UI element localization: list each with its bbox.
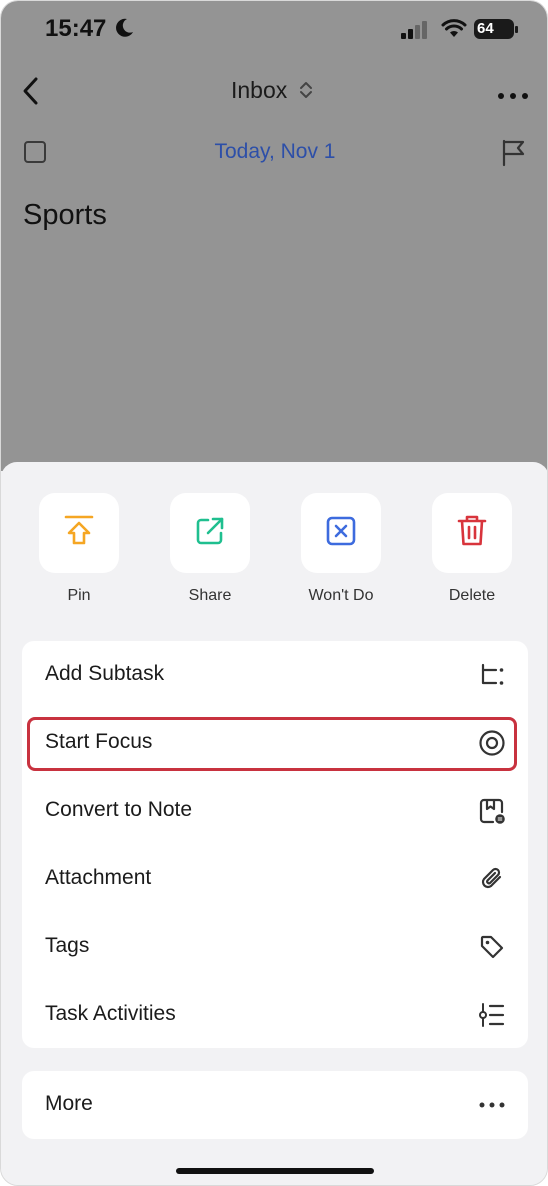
home-indicator[interactable] [176, 1168, 374, 1174]
tag-icon [476, 931, 508, 963]
status-time: 15:47 [45, 15, 107, 42]
task-date[interactable]: Today, Nov 1 [1, 140, 547, 164]
menu-item-label: Task Activities [45, 1002, 176, 1025]
activities-icon [476, 999, 508, 1031]
delete-button[interactable] [432, 493, 512, 573]
more-options-icon[interactable] [497, 87, 529, 105]
menu-item-start-focus[interactable]: Start Focus [22, 709, 528, 777]
wont-do-label: Won't Do [308, 587, 374, 604]
menu-item-convert-to-note[interactable]: Convert to Note [22, 777, 528, 845]
menu-item-label: Attachment [45, 866, 152, 889]
menu-item-task-activities[interactable]: Task Activities [22, 981, 528, 1049]
nav-bar: Inbox [1, 71, 547, 112]
pin-action[interactable]: Pin [39, 493, 119, 605]
dimmed-background[interactable]: 15:47 64 Inbox Today, Nov 1 Sports [1, 1, 547, 471]
wifi-icon [441, 19, 467, 44]
action-menu: Add Subtask Start Focus Convert to Note … [22, 641, 528, 1048]
share-button[interactable] [170, 493, 250, 573]
more-card[interactable]: More [22, 1071, 528, 1139]
battery-cap [515, 26, 518, 33]
focus-icon [476, 727, 508, 759]
pin-button[interactable] [39, 493, 119, 573]
delete-label: Delete [448, 587, 496, 604]
more-dots-icon [476, 1089, 508, 1121]
status-bar: 15:47 64 [1, 15, 547, 45]
nav-title[interactable]: Inbox [231, 77, 287, 104]
task-title[interactable]: Sports [23, 199, 107, 232]
back-arrow-icon[interactable] [19, 75, 43, 112]
menu-item-label: Convert to Note [45, 798, 193, 821]
menu-item-add-subtask[interactable]: Add Subtask [22, 641, 528, 709]
pin-icon [63, 514, 95, 553]
battery-indicator: 64 [474, 19, 514, 39]
app-frame: 15:47 64 Inbox Today, Nov 1 Sports Pin S… [0, 0, 548, 1186]
more-label: More [45, 1092, 93, 1115]
menu-item-label: Tags [45, 934, 90, 957]
menu-item-tags[interactable]: Tags [22, 913, 528, 981]
pin-label: Pin [67, 587, 91, 604]
menu-item-label: Start Focus [45, 730, 153, 753]
share-label: Share [188, 587, 232, 604]
note-icon [476, 795, 508, 827]
wont-do-icon [325, 515, 357, 552]
subtask-icon [476, 659, 508, 691]
action-sheet: Pin Share Won't Do Delete Add Subtask St… [1, 462, 547, 1185]
menu-item-label: Add Subtask [45, 662, 165, 685]
delete-action[interactable]: Delete [432, 493, 512, 605]
wont-do-action[interactable]: Won't Do [301, 493, 381, 605]
share-icon [194, 515, 226, 552]
wont-do-button[interactable] [301, 493, 381, 573]
menu-item-attachment[interactable]: Attachment [22, 845, 528, 913]
chevron-updown-icon[interactable] [299, 81, 313, 104]
cellular-signal-icon [401, 21, 431, 44]
share-action[interactable]: Share [170, 493, 250, 605]
flag-icon[interactable] [501, 139, 527, 172]
paperclip-icon [476, 863, 508, 895]
trash-icon [456, 514, 488, 553]
moon-icon [113, 17, 135, 44]
